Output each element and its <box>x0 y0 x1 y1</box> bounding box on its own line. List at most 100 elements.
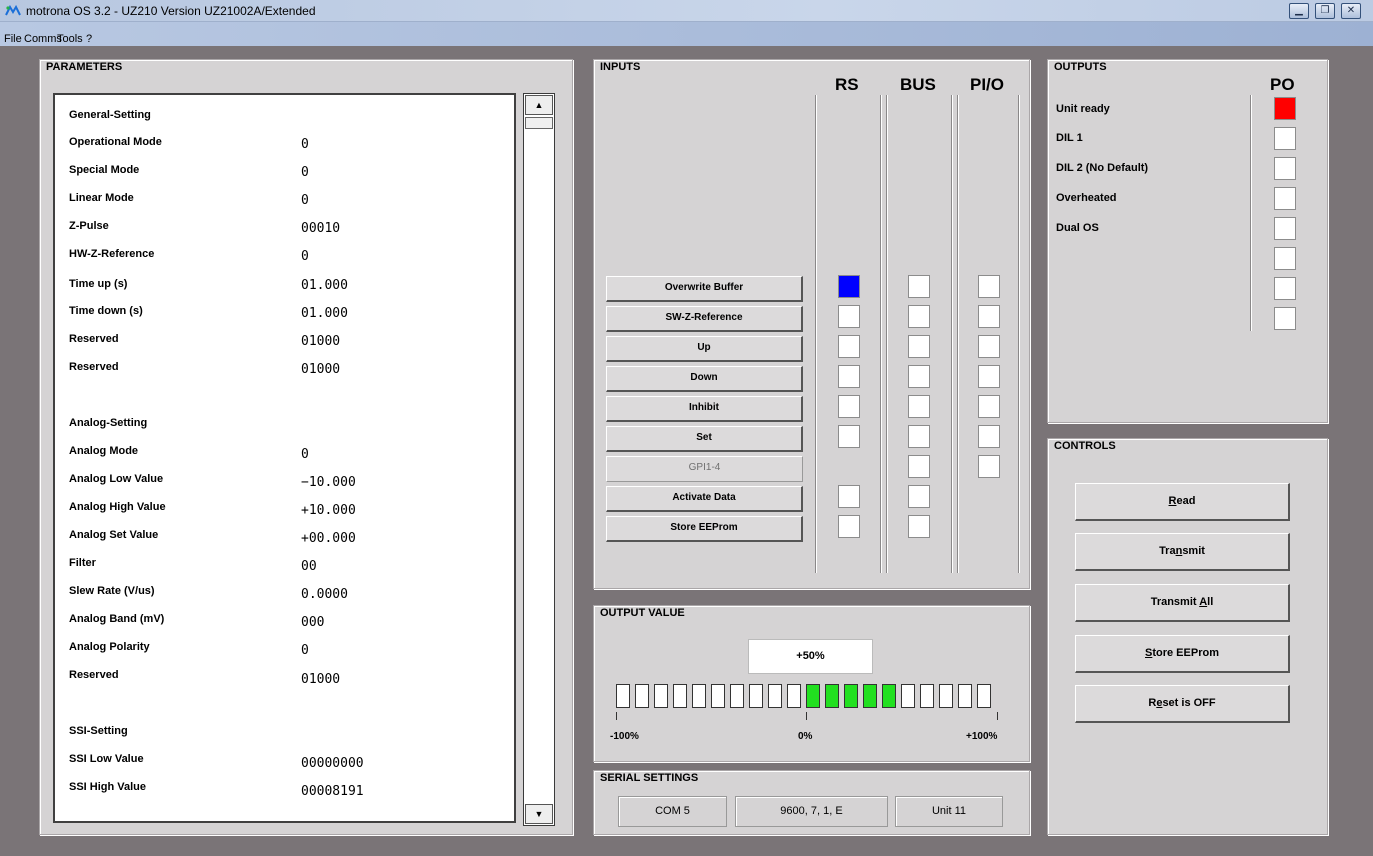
menu-file[interactable]: File <box>4 33 22 45</box>
parameter-label: Linear Mode <box>69 192 134 204</box>
arrow-down-icon: ▼ <box>534 809 544 819</box>
bar-segment <box>654 684 668 708</box>
menu-help[interactable]: ? <box>86 33 92 45</box>
checkbox-bus[interactable] <box>908 335 930 358</box>
scroll-thumb[interactable] <box>525 117 553 129</box>
parameter-label: Special Mode <box>69 164 140 176</box>
outputs-title: OUTPUTS <box>1053 61 1109 73</box>
checkbox-pio[interactable] <box>978 455 1000 478</box>
parameter-value[interactable]: 01.000 <box>301 278 348 293</box>
output-led <box>1274 307 1296 330</box>
reset-button[interactable]: Reset is OFF <box>1075 685 1290 723</box>
serial-params-field[interactable]: 9600, 7, 1, E <box>735 796 888 827</box>
output-led <box>1274 247 1296 270</box>
parameter-value[interactable]: 00 <box>301 559 317 574</box>
checkbox-bus[interactable] <box>908 305 930 328</box>
scroll-down-button[interactable]: ▼ <box>525 804 553 824</box>
input-button-inhibit[interactable]: Inhibit <box>606 396 803 422</box>
input-button-sw-z-reference[interactable]: SW-Z-Reference <box>606 306 803 332</box>
bar-segment <box>806 684 820 708</box>
parameter-value[interactable]: 000 <box>301 615 324 630</box>
scroll-up-button[interactable]: ▲ <box>525 95 553 115</box>
minimize-button[interactable]: ▁ <box>1289 3 1309 19</box>
column-header-bus: BUS <box>900 75 936 94</box>
output-label: DIL 2 (No Default) <box>1056 162 1149 174</box>
checkbox-bus[interactable] <box>908 515 930 538</box>
parameter-value[interactable]: 0 <box>301 165 309 180</box>
input-button-set[interactable]: Set <box>606 426 803 452</box>
parameter-value[interactable]: 01000 <box>301 362 340 377</box>
close-button[interactable]: ✕ <box>1341 3 1361 19</box>
checkbox-rs[interactable] <box>838 335 860 358</box>
close-icon: ✕ <box>1346 5 1356 16</box>
parameter-value[interactable]: 0 <box>301 447 309 462</box>
transmit-button[interactable]: Transmit <box>1075 533 1290 571</box>
parameters-scrollbar[interactable]: ▲ ▼ <box>523 93 555 826</box>
checkbox-rs[interactable] <box>838 515 860 538</box>
column-divider <box>957 95 959 573</box>
bar-segment <box>787 684 801 708</box>
restore-button[interactable]: ❐ <box>1315 3 1335 19</box>
parameter-label: Operational Mode <box>69 136 162 148</box>
serial-port-field[interactable]: COM 5 <box>618 796 727 827</box>
parameter-value[interactable]: 00010 <box>301 221 340 236</box>
checkbox-bus[interactable] <box>908 275 930 298</box>
checkbox-pio[interactable] <box>978 335 1000 358</box>
checkbox-pio[interactable] <box>978 305 1000 328</box>
bar-segment <box>692 684 706 708</box>
parameter-value[interactable]: 01000 <box>301 334 340 349</box>
parameter-label: Z-Pulse <box>69 220 109 232</box>
output-label: DIL 1 <box>1056 132 1083 144</box>
checkbox-bus[interactable] <box>908 365 930 388</box>
menu-tools[interactable]: Tools <box>57 33 83 45</box>
bar-segment <box>825 684 839 708</box>
parameter-value[interactable]: 00008191 <box>301 784 364 799</box>
input-button-down[interactable]: Down <box>606 366 803 392</box>
checkbox-pio[interactable] <box>978 365 1000 388</box>
parameter-value[interactable]: +00.000 <box>301 531 356 546</box>
checkbox-bus[interactable] <box>908 455 930 478</box>
checkbox-pio[interactable] <box>978 425 1000 448</box>
input-button-overwrite-buffer[interactable]: Overwrite Buffer <box>606 276 803 302</box>
checkbox-rs[interactable] <box>838 365 860 388</box>
store-eeprom-button[interactable]: Store EEProm <box>1075 635 1290 673</box>
column-header-pio: PI/O <box>970 75 1005 94</box>
parameter-label: SSI High Value <box>69 781 147 793</box>
scale-tick <box>806 712 807 720</box>
checkbox-rs[interactable] <box>838 275 860 298</box>
checkbox-rs[interactable] <box>838 425 860 448</box>
parameter-value[interactable]: 01000 <box>301 672 340 687</box>
transmit-all-button[interactable]: Transmit All <box>1075 584 1290 622</box>
scale-tick <box>997 712 998 720</box>
parameter-value[interactable]: 0 <box>301 249 309 264</box>
checkbox-bus[interactable] <box>908 395 930 418</box>
column-divider <box>951 95 953 573</box>
parameter-value[interactable]: 00000000 <box>301 756 364 771</box>
parameter-value[interactable]: +10.000 <box>301 503 356 518</box>
checkbox-rs[interactable] <box>838 395 860 418</box>
bar-segment <box>901 684 915 708</box>
input-button-activate-data[interactable]: Activate Data <box>606 486 803 512</box>
serial-unit-field[interactable]: Unit 11 <box>895 796 1003 827</box>
parameter-value[interactable]: −10.000 <box>301 475 356 490</box>
input-button-up[interactable]: Up <box>606 336 803 362</box>
output-label: Overheated <box>1056 192 1117 204</box>
checkbox-pio[interactable] <box>978 395 1000 418</box>
checkbox-bus[interactable] <box>908 425 930 448</box>
bar-segment <box>635 684 649 708</box>
checkbox-pio[interactable] <box>978 275 1000 298</box>
checkbox-rs[interactable] <box>838 305 860 328</box>
parameter-value[interactable]: 0 <box>301 137 309 152</box>
checkbox-rs[interactable] <box>838 485 860 508</box>
window-title: motrona OS 3.2 - UZ210 Version UZ21002A/… <box>26 4 316 18</box>
input-button-store-eeprom[interactable]: Store EEProm <box>606 516 803 542</box>
checkbox-bus[interactable] <box>908 485 930 508</box>
parameter-value[interactable]: 0 <box>301 193 309 208</box>
parameter-value[interactable]: 01.000 <box>301 306 348 321</box>
bar-segment <box>749 684 763 708</box>
read-button[interactable]: Read <box>1075 483 1290 521</box>
bar-segment <box>730 684 744 708</box>
parameters-list[interactable]: General-Setting Operational Mode 0 Specia… <box>53 93 516 823</box>
parameter-value[interactable]: 0.0000 <box>301 587 348 602</box>
parameter-value[interactable]: 0 <box>301 643 309 658</box>
